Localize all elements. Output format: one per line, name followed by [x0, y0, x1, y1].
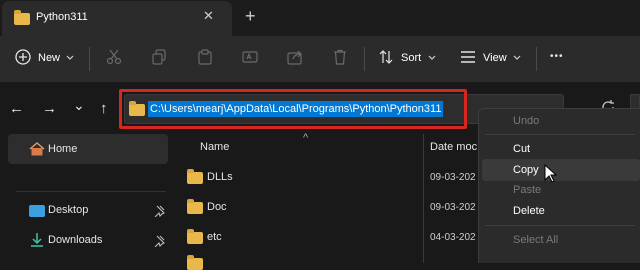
close-icon[interactable]: ✕ [203, 8, 214, 24]
folder-icon [187, 229, 203, 244]
menu-item-cut[interactable]: Cut [513, 143, 530, 155]
new-tab-button[interactable]: + [245, 6, 256, 27]
sidebar-item-downloads[interactable]: Downloads [48, 234, 102, 246]
menu-item-copy-hover [482, 159, 640, 181]
more-options-icon[interactable]: ••• [550, 51, 564, 62]
delete-icon[interactable] [332, 49, 348, 65]
menu-separator [485, 225, 635, 226]
folder-icon [187, 199, 203, 214]
view-icon[interactable] [460, 50, 476, 64]
file-row-name[interactable]: DLLs [207, 171, 233, 183]
menu-item-paste: Paste [513, 184, 542, 196]
file-row-date: 09-03-202 [430, 172, 476, 183]
sidebar-item-desktop[interactable]: Desktop [48, 204, 88, 216]
chevron-down-icon [513, 55, 521, 60]
sort-button[interactable]: Sort [401, 52, 421, 64]
cut-icon[interactable] [106, 49, 122, 65]
sidebar-item-label: Home [48, 143, 78, 155]
up-icon[interactable]: ↑ [100, 100, 108, 117]
home-icon [29, 142, 45, 156]
file-row-name[interactable]: Doc [207, 201, 227, 213]
tab-title: Python311 [36, 11, 88, 23]
view-button[interactable]: View [483, 52, 507, 64]
sort-icon[interactable] [378, 49, 394, 65]
toolbar-divider [364, 47, 365, 71]
column-divider[interactable] [423, 134, 424, 263]
file-row-date: 04-03-202 [430, 232, 476, 243]
folder-icon [187, 255, 203, 270]
menu-item-delete[interactable]: Delete [513, 205, 545, 217]
sort-indicator: ^ [303, 132, 309, 144]
mouse-cursor-icon [544, 164, 557, 183]
pin-icon[interactable] [153, 235, 165, 247]
download-icon [31, 233, 43, 247]
toolbar-divider [536, 47, 537, 71]
forward-icon[interactable]: → [42, 100, 57, 117]
new-button[interactable]: New [38, 52, 60, 64]
context-menu [478, 108, 640, 263]
toolbar-divider [89, 47, 90, 71]
annotation-highlight-box [119, 89, 467, 129]
column-header-date[interactable]: Date moc [430, 141, 477, 153]
paste-icon[interactable] [197, 49, 213, 65]
copy-icon[interactable] [151, 49, 167, 65]
file-row-date: 09-03-202 [430, 202, 476, 213]
chevron-down-icon [428, 55, 436, 60]
pin-icon[interactable] [153, 205, 165, 217]
desktop-icon [29, 205, 45, 217]
share-icon[interactable] [287, 49, 303, 65]
rename-icon[interactable] [242, 49, 258, 65]
menu-item-undo: Undo [513, 115, 540, 127]
menu-item-copy[interactable]: Copy [513, 164, 539, 176]
folder-icon [187, 169, 203, 184]
plus-circle-icon[interactable] [15, 49, 31, 65]
menu-separator [485, 134, 635, 135]
recent-locations-icon[interactable]: ⌄ [73, 97, 85, 114]
column-header-name[interactable]: Name [200, 141, 229, 153]
menu-item-select-all: Select All [513, 234, 559, 246]
command-bar [0, 36, 640, 82]
file-row-name[interactable]: etc [207, 231, 222, 243]
sidebar-divider [16, 191, 166, 192]
back-icon[interactable]: ← [9, 100, 24, 117]
folder-icon [14, 10, 30, 25]
chevron-down-icon [66, 55, 74, 60]
